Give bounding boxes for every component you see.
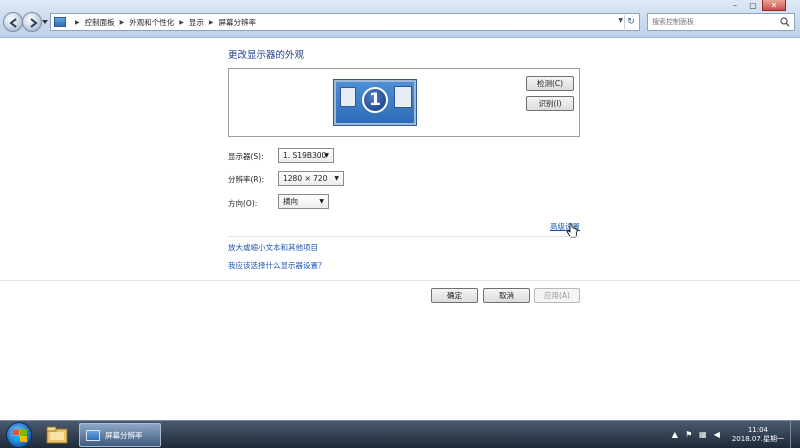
chevron-right-icon: ▶	[119, 18, 125, 26]
display-select[interactable]: 1. S19B300 ▼	[278, 148, 334, 163]
window-controls: – ▢ ✕	[726, 0, 786, 11]
chevron-down-icon: ▼	[319, 198, 324, 205]
address-dropdown-icon[interactable]: ▼	[618, 17, 623, 24]
divider	[0, 280, 800, 281]
refresh-icon[interactable]: ↻	[624, 15, 637, 29]
search-icon[interactable]	[780, 17, 790, 27]
chevron-down-icon: ▼	[334, 175, 339, 182]
taskbar-item-label: 屏幕分辨率	[105, 430, 143, 440]
title-bar: – ▢ ✕ ▶ 控制面板 ▶ 外观和个性化 ▶ 显示 ▶ 屏幕分辨率 ▼ ↻	[0, 0, 800, 38]
forward-arrow-icon	[30, 18, 38, 28]
monitor-number-badge: 1	[362, 87, 388, 113]
orientation-select[interactable]: 横向 ▼	[278, 194, 329, 209]
resolution-select[interactable]: 1280 × 720 ▼	[278, 171, 344, 186]
divider	[228, 236, 580, 237]
apply-button[interactable]: 应用(A)	[534, 288, 580, 303]
chevron-right-icon: ▶	[179, 18, 184, 26]
show-hidden-icons-icon[interactable]: ▲	[670, 430, 680, 440]
display-preview-panel: 1 检测(C) 识别(I)	[228, 68, 580, 137]
maximize-button[interactable]: ▢	[744, 0, 762, 11]
monitor-icon	[86, 429, 100, 441]
network-icon[interactable]: ▦	[698, 430, 708, 440]
which-settings-link[interactable]: 我应该选择什么显示器设置?	[228, 260, 322, 271]
taskbar: 屏幕分辨率 ▲ ⚑ ▦ ◀ 11:04 2018.07.星期一	[0, 420, 800, 448]
chevron-down-icon: ▼	[324, 152, 329, 159]
breadcrumb: ▶ 控制面板 ▶ 外观和个性化 ▶ 显示 ▶ 屏幕分辨率	[70, 17, 256, 28]
breadcrumb-display[interactable]: 显示	[189, 17, 204, 28]
folder-icon[interactable]	[44, 423, 70, 447]
display-select-value: 1. S19B300	[283, 151, 327, 160]
windows-logo-icon	[13, 429, 27, 442]
flag-icon[interactable]: ⚑	[684, 430, 694, 440]
volume-icon[interactable]: ◀	[712, 430, 722, 440]
chevron-right-icon: ▶	[208, 18, 214, 26]
system-tray: ▲ ⚑ ▦ ◀ 11:04 2018.07.星期一	[670, 421, 800, 448]
close-button[interactable]: ✕	[762, 0, 786, 11]
clock[interactable]: 11:04 2018.07.星期一	[732, 426, 784, 444]
recent-pages-icon[interactable]	[42, 19, 48, 25]
detect-button[interactable]: 检测(C)	[526, 76, 574, 91]
display-label: 显示器(S):	[228, 152, 264, 161]
ok-button[interactable]: 确定	[431, 288, 478, 303]
back-button[interactable]	[3, 12, 23, 32]
window-thumbnail-icon	[394, 86, 412, 108]
address-bar[interactable]: ▶ 控制面板 ▶ 外观和个性化 ▶ 显示 ▶ 屏幕分辨率 ▼ ↻	[50, 13, 640, 31]
taskbar-item-screen-resolution[interactable]: 屏幕分辨率	[79, 423, 161, 447]
forward-button[interactable]	[22, 12, 42, 32]
main-content: 更改显示器的外观 1 检测(C) 识别(I) 显示器(S): 1. S19B30…	[0, 38, 800, 420]
clock-date: 2018.07.星期一	[731, 435, 784, 443]
breadcrumb-screen-resolution[interactable]: 屏幕分辨率	[219, 17, 257, 28]
clock-time: 11:04	[747, 426, 768, 434]
identify-button[interactable]: 识别(I)	[526, 96, 574, 111]
orientation-select-value: 横向	[283, 197, 298, 206]
back-arrow-icon	[9, 18, 17, 28]
start-button[interactable]	[6, 422, 32, 448]
page-title: 更改显示器的外观	[228, 50, 305, 61]
resolution-label: 分辨率(R):	[228, 175, 265, 184]
orientation-label: 方向(O):	[228, 199, 258, 208]
resolution-select-value: 1280 × 720	[283, 174, 328, 183]
chevron-right-icon: ▶	[75, 18, 80, 26]
monitor-1-icon[interactable]: 1	[334, 80, 416, 125]
breadcrumb-appearance[interactable]: 外观和个性化	[129, 17, 174, 28]
window-thumbnail-icon	[340, 87, 356, 107]
control-panel-icon	[54, 17, 66, 27]
cancel-button[interactable]: 取消	[483, 288, 530, 303]
text-size-link[interactable]: 放大或缩小文本和其他项目	[228, 242, 318, 253]
minimize-button[interactable]: –	[726, 0, 744, 11]
breadcrumb-control-panel[interactable]: 控制面板	[85, 17, 115, 28]
search-input[interactable]	[647, 13, 795, 31]
show-desktop-button[interactable]	[790, 421, 800, 448]
